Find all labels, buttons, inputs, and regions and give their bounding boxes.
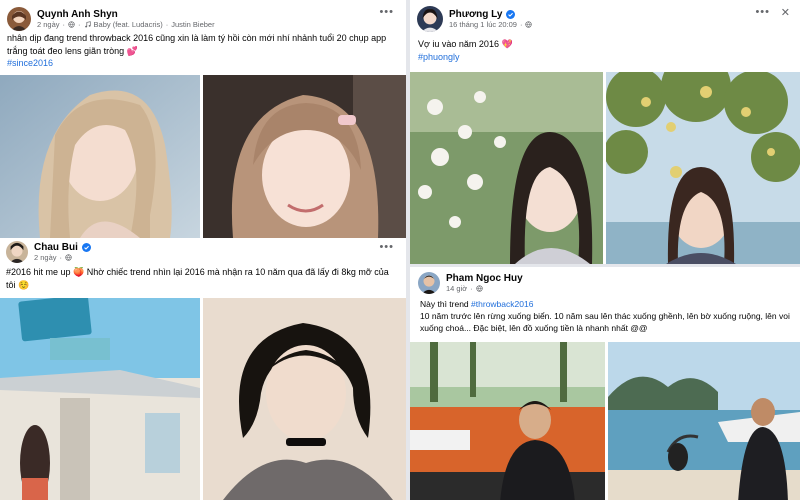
music-note-icon: [84, 20, 91, 28]
avatar[interactable]: [7, 6, 31, 31]
post-caption: #2016 hit me up 🍑 Nhờ chiếc trend nhìn l…: [6, 267, 389, 290]
photo-grid: [0, 75, 406, 238]
author-row: Chau Bui: [34, 242, 91, 253]
motel-sign-photo: [0, 298, 200, 500]
emoji: ☺️: [18, 279, 30, 290]
feed-collage: Quynh Anh Shyn 2 ngày · · Baby (feat. Lu…: [0, 0, 800, 500]
dot-separator: ·: [59, 252, 63, 262]
avatar-image: [7, 6, 31, 31]
emoji: 💖: [501, 39, 513, 49]
flower-field-photo: [410, 72, 603, 264]
photo-2[interactable]: [608, 342, 800, 500]
left-column: Quynh Anh Shyn 2 ngày · · Baby (feat. Lu…: [0, 0, 406, 500]
man-by-car-photo: [410, 342, 605, 500]
avatar-image: [6, 240, 28, 263]
text-prefix: Này thì trend: [420, 299, 469, 309]
post-subline: 16 tháng 1 lúc 20:09 ·: [449, 19, 533, 29]
right-column: Phương Ly 16 tháng 1 lúc 20:09 · ••• ✕ V…: [410, 0, 800, 500]
post-meta: Phương Ly 16 tháng 1 lúc 20:09 ·: [449, 9, 533, 29]
author-name[interactable]: Chau Bui: [34, 242, 78, 253]
emoji: 💕: [126, 45, 138, 56]
photo-1[interactable]: [410, 72, 603, 264]
portrait-photo: [203, 298, 406, 500]
verified-badge-icon: [506, 9, 516, 19]
avatar[interactable]: [6, 240, 28, 263]
post-header: Quynh Anh Shyn 2 ngày · · Baby (feat. Lu…: [0, 0, 406, 34]
post-header: Chau Bui 2 ngày · •••: [0, 238, 406, 264]
dot-separator: ·: [519, 19, 523, 29]
post-subline: 14 giờ ·: [446, 284, 523, 293]
music-separator: ·: [165, 19, 169, 29]
post-header: Pham Ngoc Huy 14 giờ ·: [410, 267, 800, 297]
post-phuong-ly: Phương Ly 16 tháng 1 lúc 20:09 · ••• ✕ V…: [410, 0, 800, 264]
photo-grid: [0, 298, 406, 500]
more-options-icon[interactable]: •••: [379, 241, 394, 253]
post-subline: 2 ngày ·: [34, 253, 91, 262]
more-options-icon[interactable]: •••: [379, 6, 394, 18]
photo-gap: [605, 477, 608, 500]
post-meta: Pham Ngoc Huy 14 giờ ·: [446, 273, 523, 293]
dot-separator: ·: [78, 19, 81, 29]
post-caption: nhân dịp đang trend throwback 2016 cũng …: [7, 33, 387, 56]
photo-1[interactable]: [0, 298, 200, 500]
author-name[interactable]: Pham Ngoc Huy: [446, 273, 523, 284]
post-text: #2016 hit me up 🍑 Nhờ chiếc trend nhìn l…: [0, 264, 406, 291]
post-header: Phương Ly 16 tháng 1 lúc 20:09 · ••• ✕: [410, 0, 800, 34]
post-quynh-anh-shyn: Quynh Anh Shyn 2 ngày · · Baby (feat. Lu…: [0, 0, 406, 238]
post-pham-ngoc-huy: Pham Ngoc Huy 14 giờ · Này thì trend #th…: [410, 264, 800, 500]
photo-1[interactable]: [410, 342, 605, 500]
photo-2[interactable]: [203, 75, 406, 238]
hashtag-link[interactable]: #since2016: [7, 58, 53, 68]
post-time[interactable]: 2 ngày: [37, 20, 60, 29]
post-time[interactable]: 16 tháng 1 lúc 20:09: [449, 20, 517, 29]
avatar-image: [418, 272, 440, 294]
photo-grid: [410, 72, 800, 264]
author-name[interactable]: Quynh Anh Shyn: [37, 9, 118, 20]
music-artist[interactable]: Justin Bieber: [171, 20, 214, 29]
author-name[interactable]: Phương Ly: [449, 9, 502, 20]
avatar[interactable]: [418, 272, 440, 294]
music-title[interactable]: Baby (feat. Ludacris): [94, 20, 163, 29]
author-row: Phương Ly: [449, 9, 532, 20]
post-caption: Vợ iu vào năm 2016: [418, 39, 499, 49]
lakeside-tree-photo: [606, 72, 800, 264]
close-icon[interactable]: ✕: [781, 6, 790, 19]
portrait-photo: [0, 75, 200, 238]
photo-1[interactable]: [0, 75, 200, 238]
author-row: Pham Ngoc Huy: [446, 273, 523, 284]
more-options-icon[interactable]: •••: [755, 6, 770, 18]
post-time[interactable]: 2 ngày: [34, 253, 57, 262]
avatar-image: [417, 5, 443, 32]
hashtag-link[interactable]: #phuongly: [418, 52, 460, 62]
beach-boat-photo: [608, 342, 800, 500]
post-time[interactable]: 14 giờ: [446, 284, 467, 293]
dot-separator: ·: [470, 284, 473, 293]
globe-icon: [68, 20, 75, 28]
verified-badge-icon: [81, 242, 91, 252]
globe-icon: [65, 253, 72, 261]
post-subline: 2 ngày · · Baby (feat. Ludacris) · Justi…: [37, 20, 215, 29]
avatar[interactable]: [417, 5, 443, 32]
post-chau-bui: Chau Bui 2 ngày · ••• #2016 hit me up 🍑 …: [0, 238, 406, 500]
hashtag-link[interactable]: #throwback2016: [471, 299, 533, 309]
post-text: Này thì trend #throwback2016 10 năm trướ…: [410, 297, 800, 334]
photo-2[interactable]: [606, 72, 800, 264]
dot-separator: ·: [62, 19, 66, 29]
photo-2[interactable]: [203, 298, 406, 500]
post-text: nhân dịp đang trend throwback 2016 cũng …: [0, 32, 406, 70]
portrait-photo: [203, 75, 406, 238]
post-text: Vợ iu vào năm 2016 💖 #phuongly: [410, 34, 800, 63]
post-caption: 10 năm trước lên rừng xuống biển. 10 năm…: [420, 311, 790, 333]
author-row: Quynh Anh Shyn: [37, 9, 215, 20]
post-meta: Quynh Anh Shyn 2 ngày · · Baby (feat. Lu…: [37, 9, 215, 29]
globe-icon: [525, 20, 533, 28]
globe-icon: [476, 285, 483, 292]
post-meta: Chau Bui 2 ngày ·: [34, 242, 91, 262]
